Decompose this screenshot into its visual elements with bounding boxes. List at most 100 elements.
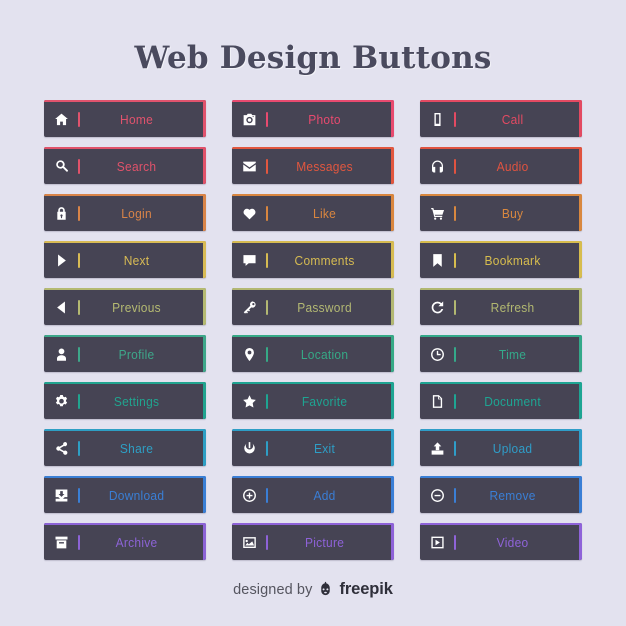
button-remove[interactable]: Remove [420,476,582,513]
button-favorite[interactable]: Favorite [232,382,394,419]
button-label: Call [501,112,524,127]
button-label: Time [498,347,527,362]
button-label: Like [313,206,337,221]
button-audio[interactable]: Audio [420,147,582,184]
button-right-accent [391,288,394,325]
button-divider [454,253,456,268]
button-label: Password [297,300,352,315]
button-like[interactable]: Like [232,194,394,231]
button-label: Previous [112,300,161,315]
button-top-accent [232,382,394,384]
button-comments[interactable]: Comments [232,241,394,278]
button-upload[interactable]: Upload [420,429,582,466]
button-previous[interactable]: Previous [44,288,206,325]
document-icon [420,382,454,419]
button-share[interactable]: Share [44,429,206,466]
button-label: Profile [118,347,155,362]
button-exit[interactable]: Exit [232,429,394,466]
button-top-accent [44,194,206,196]
button-label: Refresh [490,300,535,315]
button-label: Search [116,159,157,174]
button-picture[interactable]: Picture [232,523,394,560]
share-icon [44,429,78,466]
button-right-accent [579,382,582,419]
button-document[interactable]: Document [420,382,582,419]
button-top-accent [420,288,582,290]
button-download[interactable]: Download [44,476,206,513]
button-time[interactable]: Time [420,335,582,372]
button-top-accent [44,523,206,525]
button-divider [454,535,456,550]
button-profile[interactable]: Profile [44,335,206,372]
button-right-accent [391,335,394,372]
button-top-accent [420,382,582,384]
button-label: Comments [294,253,355,268]
button-divider [266,441,268,456]
button-label: Home [120,112,154,127]
map-pin-icon [232,335,266,372]
button-video[interactable]: Video [420,523,582,560]
button-login[interactable]: Login [44,194,206,231]
button-divider [266,159,268,174]
button-top-accent [420,100,582,102]
button-bookmark[interactable]: Bookmark [420,241,582,278]
button-divider [266,112,268,127]
button-top-accent [232,288,394,290]
button-right-accent [203,382,206,419]
button-refresh[interactable]: Refresh [420,288,582,325]
archive-icon [44,523,78,560]
button-call[interactable]: Call [420,100,582,137]
button-right-accent [391,100,394,137]
download-icon [44,476,78,513]
key-icon [232,288,266,325]
button-divider [266,300,268,315]
button-search[interactable]: Search [44,147,206,184]
button-right-accent [579,241,582,278]
button-divider [78,347,80,362]
button-label: Exit [314,441,336,456]
lock-icon [44,194,78,231]
button-label: Video [496,535,529,550]
button-divider [454,347,456,362]
button-top-accent [44,429,206,431]
button-right-accent [203,100,206,137]
button-add[interactable]: Add [232,476,394,513]
button-archive[interactable]: Archive [44,523,206,560]
button-right-accent [579,476,582,513]
button-photo[interactable]: Photo [232,100,394,137]
button-top-accent [232,100,394,102]
button-divider [454,488,456,503]
button-label: Add [313,488,336,503]
button-messages[interactable]: Messages [232,147,394,184]
button-top-accent [44,335,206,337]
button-right-accent [391,523,394,560]
button-settings[interactable]: Settings [44,382,206,419]
gear-icon [44,382,78,419]
button-label: Settings [113,394,160,409]
button-right-accent [579,194,582,231]
button-password[interactable]: Password [232,288,394,325]
button-divider [266,347,268,362]
button-next[interactable]: Next [44,241,206,278]
button-right-accent [579,100,582,137]
button-right-accent [579,288,582,325]
search-icon [44,147,78,184]
button-buy[interactable]: Buy [420,194,582,231]
button-right-accent [579,147,582,184]
button-top-accent [420,241,582,243]
button-right-accent [203,241,206,278]
clock-icon [420,335,454,372]
picture-icon [232,523,266,560]
comment-icon [232,241,266,278]
button-location[interactable]: Location [232,335,394,372]
button-top-accent [232,476,394,478]
button-label: Messages [296,159,353,174]
button-label: Photo [308,112,341,127]
button-home[interactable]: Home [44,100,206,137]
button-divider [266,253,268,268]
button-top-accent [420,147,582,149]
refresh-icon [420,288,454,325]
button-top-accent [44,241,206,243]
button-top-accent [420,523,582,525]
button-divider [454,300,456,315]
